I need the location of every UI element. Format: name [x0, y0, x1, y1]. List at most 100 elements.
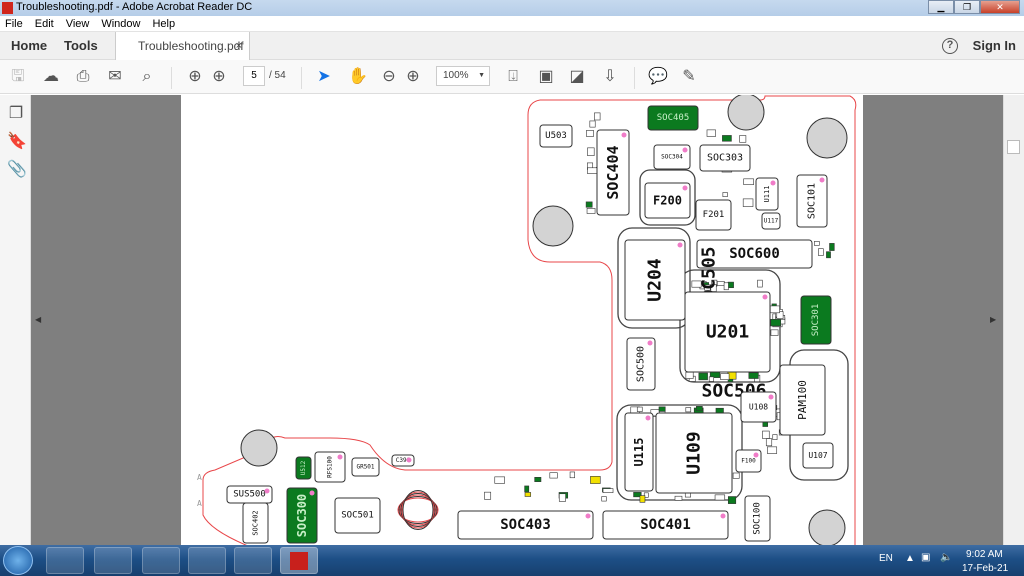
reference-mark: A	[197, 473, 202, 482]
mounting-hole	[532, 205, 574, 247]
menu-file[interactable]: File	[5, 18, 23, 30]
component-label: U111	[763, 186, 771, 203]
passive-component	[770, 319, 782, 327]
network-icon[interactable]: ▣	[921, 552, 930, 563]
taskbar-virtualbox[interactable]	[188, 547, 226, 574]
component-u512: U512	[295, 456, 312, 480]
taskbar-chrome[interactable]	[142, 547, 180, 574]
passive-component	[685, 371, 694, 379]
tab-home[interactable]: Home	[11, 32, 47, 60]
page-up-icon[interactable]: ⊕	[186, 68, 204, 86]
component-soc405: SOC405	[647, 105, 699, 131]
passive-component	[720, 373, 730, 381]
scroll-mode-icon[interactable]: ⇩	[601, 68, 619, 86]
zoom-in-icon[interactable]: ⊕	[404, 68, 422, 86]
component-label: SOC404	[604, 145, 622, 199]
pin1-marker	[762, 294, 768, 300]
page-thumbnails-icon[interactable]: ❐	[7, 105, 25, 123]
pdf-page: A A U503 SOC404 SOC405 SOC304 SOC303 F200 F201 U…	[181, 93, 863, 547]
passive-component	[524, 485, 530, 493]
vertical-scrollbar[interactable]	[1003, 95, 1024, 545]
component-label: U512	[300, 460, 307, 475]
passive-component	[484, 491, 492, 500]
toolbar: 🖫 ☁ ⎙ ✉ ⌕ ⊕ ⊕ ➤ ✋ ⊖ ⊕ ⍗ ▣ ◪ ⇩ 💬 ✎	[0, 60, 1024, 94]
menu-help[interactable]: Help	[152, 18, 175, 30]
zoom-out-icon[interactable]: ⊖	[380, 68, 398, 86]
select-cursor-icon[interactable]: ➤	[315, 68, 333, 86]
taskbar-internet-explorer[interactable]	[94, 547, 132, 574]
menu-view[interactable]: View	[66, 18, 90, 30]
component-soc403: SOC403	[457, 510, 594, 540]
component-soc100: SOC100	[744, 495, 771, 542]
hand-tool-icon[interactable]: ✋	[348, 68, 368, 86]
sign-in-link[interactable]: Sign In	[973, 32, 1016, 60]
full-screen-icon[interactable]: ◪	[568, 68, 586, 86]
taskbar-acrobat-reader[interactable]	[280, 547, 318, 574]
mounting-hole	[808, 509, 846, 547]
clock-date[interactable]: 17-Feb-21	[962, 563, 1008, 574]
menu-window[interactable]: Window	[101, 18, 140, 30]
fit-width-icon[interactable]: ⍗	[504, 68, 522, 86]
component-u115: U115	[624, 412, 654, 492]
search-icon[interactable]: ⌕	[138, 68, 156, 86]
pin1-marker	[819, 177, 825, 183]
component-label: SOC304	[661, 154, 683, 161]
upload-icon[interactable]: ☁	[42, 68, 60, 86]
print-icon[interactable]: ⎙	[74, 68, 92, 86]
maximize-button[interactable]: ❐	[954, 0, 980, 14]
passive-component	[770, 329, 779, 336]
component-label: SOC101	[807, 183, 818, 219]
menu-edit[interactable]: Edit	[35, 18, 54, 30]
close-button[interactable]: ✕	[980, 0, 1020, 14]
passive-component	[739, 135, 747, 143]
component-soc101: SOC101	[796, 174, 828, 228]
help-icon[interactable]: ?	[942, 38, 958, 54]
component-label: SOC303	[707, 153, 743, 164]
page-number-input[interactable]: 5	[243, 66, 265, 86]
zoom-select[interactable]: 100% ▼	[436, 66, 490, 86]
show-hidden-icons[interactable]: ▲	[905, 553, 915, 564]
component-label: SOC403	[500, 517, 551, 533]
pin1-marker	[585, 513, 591, 519]
component-sus500: SUS500	[226, 485, 273, 504]
save-icon[interactable]: 🖫	[9, 68, 27, 86]
taskbar-file-explorer[interactable]	[234, 547, 272, 574]
collapse-left-icon[interactable]: ◀	[35, 315, 41, 324]
fit-page-icon[interactable]: ▣	[537, 68, 555, 86]
component-label: U204	[645, 258, 666, 302]
passive-component	[829, 243, 835, 251]
page-down-icon[interactable]: ⊕	[210, 68, 228, 86]
mounting-hole	[806, 117, 848, 159]
passive-component	[769, 305, 780, 314]
pcb-layout: A A U503 SOC404 SOC405 SOC304 SOC303 F200 F201 U…	[197, 93, 857, 547]
volume-icon[interactable]: 🔈	[940, 552, 952, 563]
clock-time[interactable]: 9:02 AM	[966, 549, 1003, 560]
scrollbar-thumb[interactable]	[1007, 140, 1020, 154]
passive-component	[658, 406, 666, 412]
minimize-button[interactable]: ▁	[928, 0, 954, 14]
passive-component	[589, 120, 596, 128]
attachment-icon[interactable]: 📎	[7, 161, 27, 179]
start-button[interactable]	[3, 546, 33, 575]
passive-component	[706, 129, 716, 137]
taskbar-skype[interactable]	[46, 547, 84, 574]
bookmark-icon[interactable]: 🔖	[7, 133, 27, 151]
pin1-marker	[309, 490, 315, 496]
close-tab-icon[interactable]: ×	[236, 32, 242, 60]
tab-document[interactable]: Troubleshooting.pdf ×	[115, 32, 250, 61]
language-indicator[interactable]: EN	[879, 553, 893, 564]
pin1-marker	[406, 457, 412, 463]
component-u204: U204	[624, 239, 686, 321]
highlight-pen-icon[interactable]: ✎	[680, 68, 698, 86]
tab-tools[interactable]: Tools	[64, 32, 98, 60]
component-label: U503	[545, 131, 567, 141]
passive-component	[590, 476, 601, 484]
mounting-hole	[240, 429, 278, 467]
email-icon[interactable]: ✉	[106, 68, 124, 86]
component-soc300: SOC300	[286, 487, 318, 544]
comment-icon[interactable]: 💬	[648, 68, 668, 86]
component-label: SOC405	[657, 113, 690, 123]
component-soc402: SOC402	[242, 502, 269, 544]
collapse-right-icon[interactable]: ▶	[990, 315, 996, 324]
reference-mark: A	[197, 499, 202, 508]
